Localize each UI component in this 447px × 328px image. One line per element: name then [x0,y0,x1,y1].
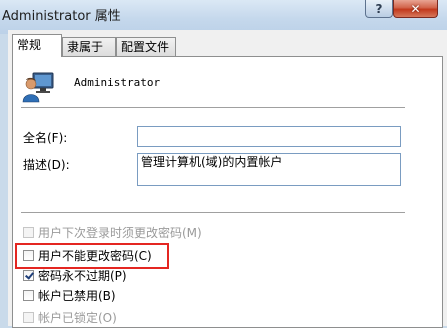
user-icon [22,72,54,103]
tab-profile[interactable]: 配置文件 [116,37,176,56]
checkbox[interactable] [23,311,34,323]
fullname-field[interactable] [137,126,401,147]
option-label: 帐户已禁用(B) [38,288,116,303]
dialog-client: 常规 隶属于 配置文件 Administrator 全名(F): 描述(D): … [8,30,447,328]
tab-member-of[interactable]: 隶属于 [62,37,116,56]
checkbox[interactable] [23,289,34,301]
general-panel: Administrator 全名(F): 描述(D): 管理计算机(域)的内置帐… [12,56,443,328]
title-bar[interactable]: Administrator 属性 ? ✕ [0,0,447,34]
divider [21,212,405,214]
window-title: Administrator 属性 [2,9,121,24]
option-password-never-expires[interactable]: 密码永不过期(P) [23,267,127,283]
username-label: Administrator [74,76,161,89]
option-must-change-password[interactable]: 用户下次登录时须更改密码(M) [23,224,202,240]
fullname-label: 全名(F): [23,131,68,145]
help-button[interactable]: ? [365,0,393,18]
option-label: 密码永不过期(P) [38,268,127,283]
option-label: 用户下次登录时须更改密码(M) [38,225,202,240]
description-field[interactable]: 管理计算机(域)的内置帐户 [137,153,401,186]
option-cannot-change-password[interactable]: 用户不能更改密码(C) [23,247,152,263]
help-icon: ? [375,1,383,16]
description-label: 描述(D): [23,158,70,172]
divider [21,107,405,109]
option-label: 用户不能更改密码(C) [38,248,152,263]
close-icon: ✕ [410,1,421,16]
option-account-disabled[interactable]: 帐户已禁用(B) [23,287,116,303]
checkbox[interactable] [23,249,34,261]
checkbox[interactable] [23,226,34,238]
option-account-locked[interactable]: 帐户已锁定(O) [23,309,117,325]
checkbox-checked[interactable] [23,269,34,281]
close-button[interactable]: ✕ [393,0,438,18]
tab-general[interactable]: 常规 [12,34,62,57]
option-label: 帐户已锁定(O) [38,310,117,325]
